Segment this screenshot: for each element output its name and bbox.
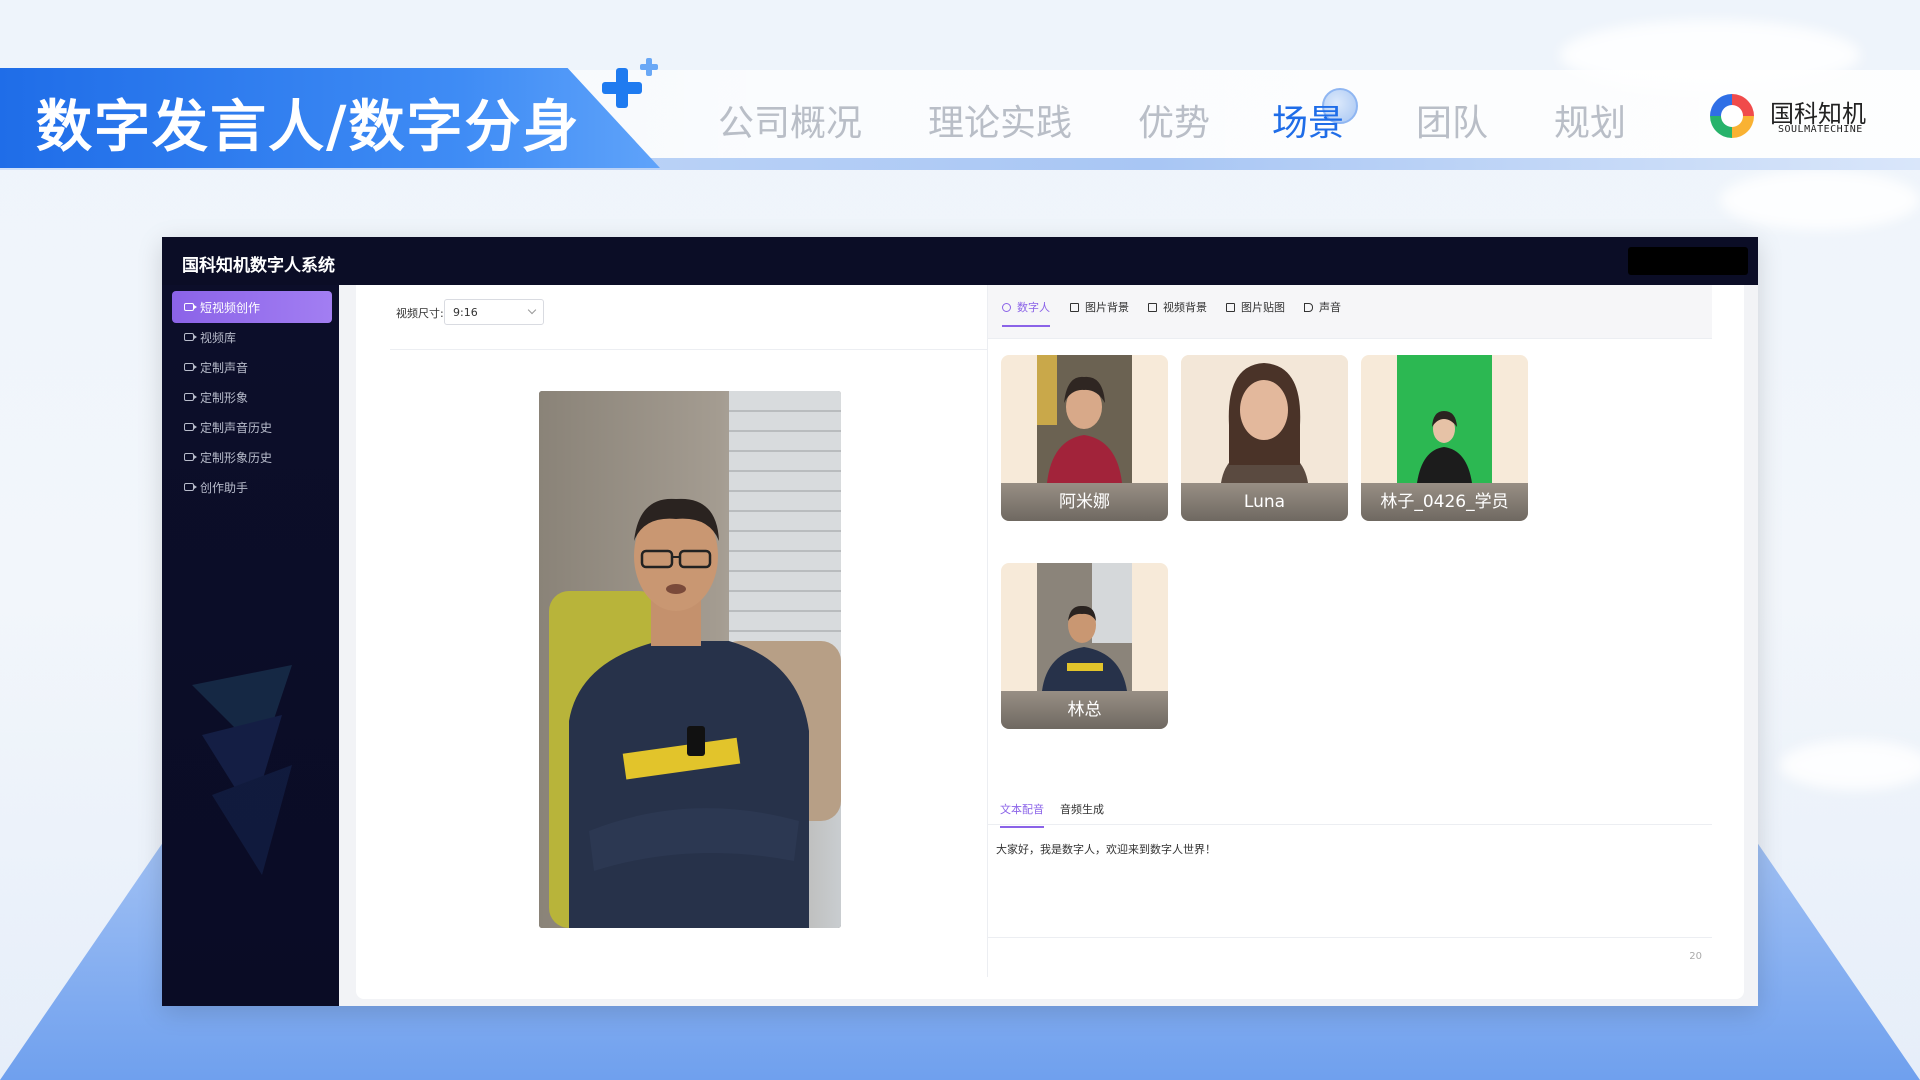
divider xyxy=(390,349,988,350)
user-icon xyxy=(1002,302,1011,312)
avatar-image xyxy=(1037,355,1132,483)
cloud-decoration xyxy=(1720,170,1920,230)
tab-text-dubbing[interactable]: 文本配音 xyxy=(1000,801,1044,828)
video-icon xyxy=(184,333,197,341)
avatar-card[interactable]: Luna xyxy=(1181,355,1348,521)
grid-icon xyxy=(1070,302,1079,312)
nav-item[interactable]: 优势 xyxy=(1138,94,1210,146)
avatar-name: 阿米娜 xyxy=(1001,483,1168,521)
sidebar-item-label: 创作助手 xyxy=(200,480,249,495)
avatar-image xyxy=(1037,563,1132,691)
main-content: 视频尺寸: 9:16 数字人 图片背景 视频背景 图片贴图 声音 阿米娜 Lun… xyxy=(356,285,1744,999)
cloud-decoration xyxy=(1780,740,1920,790)
brand-logo-icon xyxy=(1710,94,1754,138)
avatar-image xyxy=(1397,355,1492,483)
nav-item[interactable]: 团队 xyxy=(1416,94,1488,146)
sidebar-item-label: 定制声音 xyxy=(200,360,249,375)
nav-item[interactable]: 规划 xyxy=(1554,94,1626,146)
tab-label: 声音 xyxy=(1319,301,1341,314)
tab-label: 数字人 xyxy=(1017,301,1050,314)
sidebar-item-short-video[interactable]: 短视频创作 xyxy=(172,291,332,323)
avatar-name: Luna xyxy=(1181,483,1348,521)
tab-image-background[interactable]: 图片背景 xyxy=(1070,299,1129,315)
nav-item[interactable]: 公司概况 xyxy=(718,94,862,146)
avatar-image xyxy=(1181,355,1348,483)
sidebar-item-video-library[interactable]: 视频库 xyxy=(172,321,332,353)
avatar-card[interactable]: 林子_0426_学员 xyxy=(1361,355,1528,521)
tab-label: 图片贴图 xyxy=(1241,301,1285,314)
video-preview[interactable] xyxy=(539,391,841,928)
video-icon xyxy=(184,483,197,491)
tab-audio-generation[interactable]: 音频生成 xyxy=(1060,801,1104,817)
sidebar-item-custom-avatar[interactable]: 定制形象 xyxy=(172,381,332,413)
script-tabs: 文本配音 音频生成 xyxy=(988,789,1712,828)
slide-title: 数字发言人/数字分身 xyxy=(36,94,581,160)
sidebar-item-custom-voice[interactable]: 定制声音 xyxy=(172,351,332,383)
decorative-shape xyxy=(192,665,292,875)
sidebar-item-voice-history[interactable]: 定制声音历史 xyxy=(172,411,332,443)
video-icon xyxy=(184,363,197,371)
tab-video-background[interactable]: 视频背景 xyxy=(1148,299,1207,315)
sidebar-item-assistant[interactable]: 创作助手 xyxy=(172,471,332,503)
sidebar-item-label: 短视频创作 xyxy=(200,300,261,315)
avatar-card[interactable]: 林总 xyxy=(1001,563,1168,729)
tab-voice[interactable]: 声音 xyxy=(1304,299,1341,315)
video-icon xyxy=(184,303,197,311)
sidebar-item-label: 定制形象 xyxy=(200,390,249,405)
preview-panel: 视频尺寸: 9:16 xyxy=(390,285,988,977)
plus-icon xyxy=(640,58,658,76)
avatar-name: 林子_0426_学员 xyxy=(1361,483,1528,521)
sidebar-item-label: 视频库 xyxy=(200,330,237,345)
sidebar-item-avatar-history[interactable]: 定制形象历史 xyxy=(172,441,332,473)
app-title: 国科知机数字人系统 xyxy=(182,256,335,276)
image-icon xyxy=(1226,302,1235,312)
speaker-icon xyxy=(1304,302,1313,312)
tab-label: 图片背景 xyxy=(1085,301,1129,314)
grid-icon xyxy=(1148,302,1157,312)
tab-image-sticker[interactable]: 图片贴图 xyxy=(1226,299,1285,315)
redacted-area xyxy=(1628,247,1748,275)
char-count: 20 xyxy=(1689,951,1702,962)
avatar-card[interactable]: 阿米娜 xyxy=(1001,355,1168,521)
app-window: 国科知机数字人系统 短视频创作 视频库 定制声音 定制形象 定制声音历史 定制形… xyxy=(162,237,1758,1006)
video-size-value: 9:16 xyxy=(453,306,478,319)
plus-icon xyxy=(602,68,642,108)
brand-subtitle: SOULMATECHINE xyxy=(1778,124,1863,135)
video-icon xyxy=(184,453,197,461)
assets-panel: 数字人 图片背景 视频背景 图片贴图 声音 阿米娜 Luna 林子_0426_学… xyxy=(988,285,1712,977)
sidebar: 短视频创作 视频库 定制声音 定制形象 定制声音历史 定制形象历史 创作助手 xyxy=(162,285,339,1006)
nav-item[interactable]: 理论实践 xyxy=(928,94,1072,146)
asset-tabs: 数字人 图片背景 视频背景 图片贴图 声音 xyxy=(988,285,1712,339)
sidebar-item-label: 定制声音历史 xyxy=(200,420,273,435)
video-size-label: 视频尺寸: xyxy=(396,307,444,320)
sidebar-item-label: 定制形象历史 xyxy=(200,450,273,465)
tab-digital-human[interactable]: 数字人 xyxy=(1002,299,1050,327)
video-size-select[interactable]: 9:16 xyxy=(444,299,544,325)
avatar-name: 林总 xyxy=(1001,691,1168,729)
nav-item-active[interactable]: 场景 xyxy=(1272,94,1344,146)
app-titlebar: 国科知机数字人系统 xyxy=(162,237,1758,285)
presenter-image xyxy=(539,391,841,928)
script-textarea[interactable]: 大家好，我是数字人，欢迎来到数字人世界！ xyxy=(996,841,1696,857)
tab-label: 视频背景 xyxy=(1163,301,1207,314)
chevron-down-icon xyxy=(527,305,537,315)
divider xyxy=(988,937,1712,938)
video-icon xyxy=(184,423,197,431)
video-icon xyxy=(184,393,197,401)
